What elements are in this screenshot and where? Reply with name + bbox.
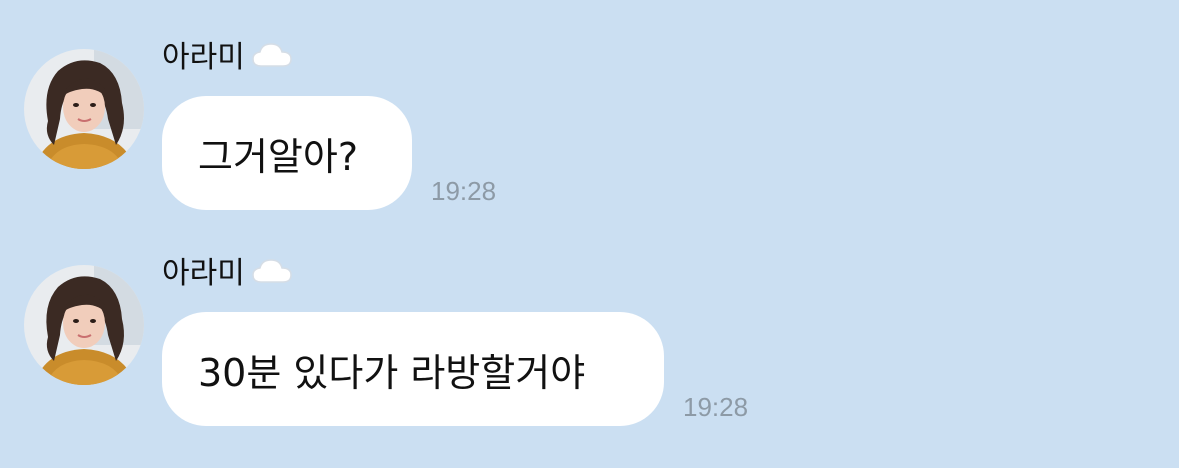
message-bubble[interactable]: 그거알아? (162, 96, 412, 210)
cloud-icon (251, 258, 293, 290)
message-text: 그거알아? (198, 134, 359, 179)
profile-photo (24, 49, 144, 169)
sender-name[interactable]: 아라미 (162, 254, 245, 294)
message-text: 30분 있다가 라방할거야 (198, 350, 586, 395)
message-bubble[interactable]: 30분 있다가 라방할거야 (162, 312, 664, 426)
sender-header: 아라미 (162, 254, 293, 294)
message-group: 아라미 30분 있다가 라방할거야 19:28 (0, 216, 1179, 426)
sender-header: 아라미 (162, 38, 293, 78)
message-time: 19:28 (683, 392, 749, 422)
profile-photo (24, 265, 144, 385)
avatar[interactable] (24, 49, 144, 169)
avatar[interactable] (24, 265, 144, 385)
sender-name[interactable]: 아라미 (162, 38, 245, 78)
cloud-icon (251, 42, 293, 74)
message-time: 19:28 (431, 176, 497, 206)
message-group: 아라미 그거알아? 19:28 (0, 0, 1179, 210)
